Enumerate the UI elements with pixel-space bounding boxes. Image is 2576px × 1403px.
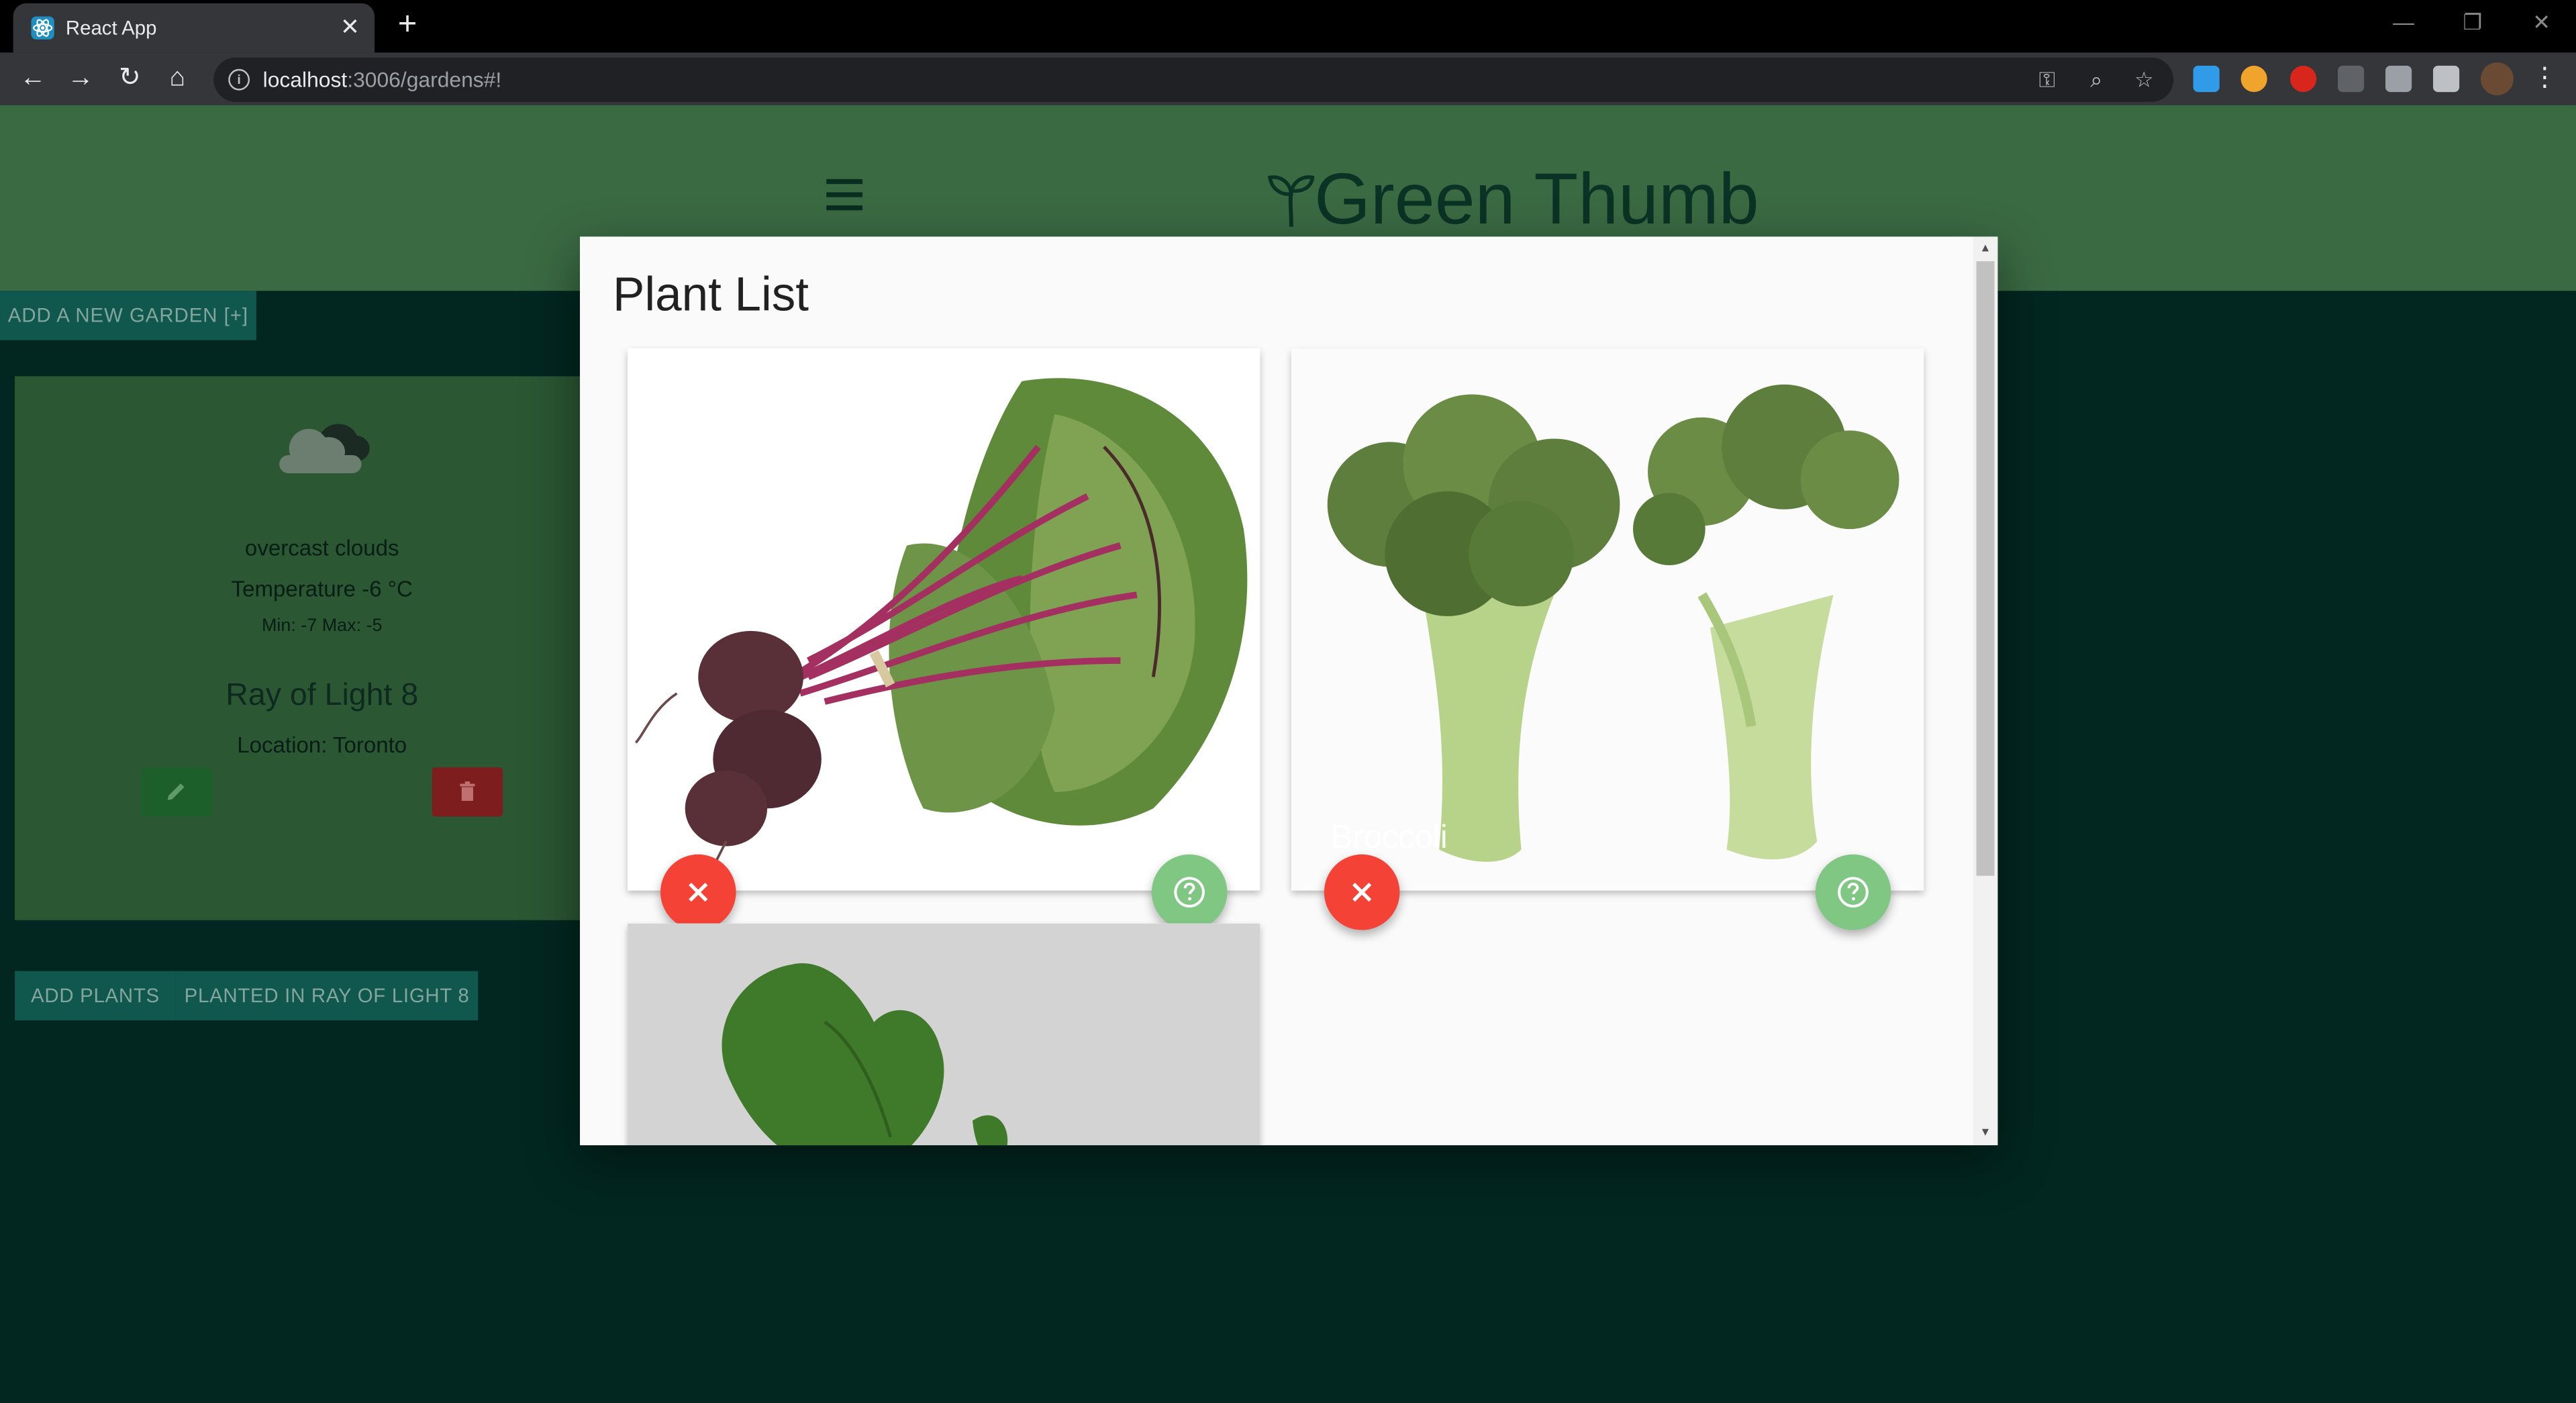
broccoli-image bbox=[1291, 348, 1924, 891]
plant-card: Broccoli bbox=[1291, 348, 1924, 891]
download-icon[interactable] bbox=[2338, 65, 2365, 93]
brand-title: Green Thumb bbox=[1314, 159, 1759, 240]
extension-plus-icon[interactable] bbox=[2193, 65, 2220, 93]
minimize-icon[interactable]: — bbox=[2379, 7, 2428, 40]
zoom-icon[interactable]: ⌕ bbox=[2081, 66, 2111, 95]
weather-description: overcast clouds bbox=[244, 535, 399, 561]
plant-info-button[interactable] bbox=[1151, 854, 1228, 930]
puzzle-extensions-icon[interactable] bbox=[2433, 65, 2460, 93]
trash-icon bbox=[460, 781, 475, 802]
plant-list-modal: Plant List Broccoli ▲ ▼ bbox=[580, 236, 1998, 1146]
plant-card bbox=[628, 348, 1260, 891]
reload-icon[interactable]: ↻ bbox=[111, 61, 148, 97]
react-favicon-icon bbox=[31, 16, 54, 40]
modal-title: Plant List bbox=[612, 269, 809, 322]
sprout-icon bbox=[1268, 175, 1315, 227]
tab-title: React App bbox=[65, 16, 157, 40]
planted-in-garden-button[interactable]: PLANTED IN RAY OF LIGHT 8 bbox=[175, 971, 479, 1021]
bookmark-star-icon[interactable]: ☆ bbox=[2129, 66, 2159, 95]
browser-toolbar: ← → ↻ ⌂ i localhost:3006/gardens#! ⚿ ⌕ ☆… bbox=[0, 52, 2576, 105]
cloud-icon bbox=[279, 424, 370, 473]
beet-image bbox=[628, 348, 1260, 891]
profile-avatar[interactable] bbox=[2481, 62, 2514, 95]
pencil-icon bbox=[167, 783, 185, 801]
forward-arrow-icon[interactable]: → bbox=[62, 61, 99, 97]
restore-icon[interactable]: ❐ bbox=[2448, 7, 2497, 40]
tab-close-icon[interactable]: ✕ bbox=[337, 13, 363, 40]
address-bar[interactable]: i localhost:3006/gardens#! ⚿ ⌕ ☆ bbox=[213, 57, 2174, 102]
delete-garden-button[interactable] bbox=[432, 767, 503, 817]
browser-tab[interactable]: React App ✕ bbox=[13, 3, 375, 53]
brand: Green Thumb bbox=[1265, 158, 1759, 243]
parsley-image bbox=[628, 923, 1260, 1146]
back-arrow-icon[interactable]: ← bbox=[15, 61, 51, 97]
help-circle-icon bbox=[1838, 877, 1869, 908]
browser-tabstrip: React App ✕ + — ❐ ✕ bbox=[0, 0, 2576, 53]
scroll-down-icon[interactable]: ▼ bbox=[1973, 1120, 1998, 1145]
plant-caption: Broccoli bbox=[1330, 820, 1448, 857]
temperature: Temperature -6 °C bbox=[231, 577, 413, 601]
remove-plant-button[interactable] bbox=[1324, 854, 1400, 930]
plant-card bbox=[628, 923, 1260, 1146]
window-close-icon[interactable]: ✕ bbox=[2517, 7, 2566, 40]
add-garden-button[interactable]: ADD A NEW GARDEN [+] bbox=[0, 291, 256, 340]
edit-garden-button[interactable] bbox=[141, 767, 212, 817]
close-icon bbox=[689, 882, 708, 902]
site-info-icon[interactable]: i bbox=[228, 68, 250, 91]
extension-orange-icon[interactable] bbox=[2240, 65, 2267, 93]
extension-red-icon[interactable] bbox=[2290, 65, 2317, 93]
plant-info-button[interactable] bbox=[1815, 854, 1891, 930]
garden-name: Ray of Light 8 bbox=[226, 678, 419, 714]
help-circle-icon bbox=[1174, 877, 1205, 908]
kebab-menu-icon[interactable]: ⋮ bbox=[2527, 61, 2563, 97]
remove-plant-button[interactable] bbox=[660, 854, 736, 930]
camera-icon[interactable] bbox=[2385, 65, 2412, 93]
modal-scrollbar[interactable]: ▲ ▼ bbox=[1973, 236, 1998, 1146]
key-icon[interactable]: ⚿ bbox=[2032, 66, 2062, 95]
home-icon[interactable]: ⌂ bbox=[159, 61, 195, 97]
url-text: localhost:3006/gardens#! bbox=[262, 67, 502, 93]
new-tab-button[interactable]: + bbox=[391, 8, 424, 41]
hamburger-menu-icon[interactable] bbox=[826, 179, 863, 212]
scroll-thumb[interactable] bbox=[1976, 261, 1995, 876]
close-icon bbox=[1352, 882, 1372, 902]
scroll-up-icon[interactable]: ▲ bbox=[1973, 236, 1998, 261]
garden-location: Location: Toronto bbox=[237, 732, 407, 758]
add-plants-button[interactable]: ADD PLANTS bbox=[15, 971, 176, 1021]
min-max-temperature: Min: -7 Max: -5 bbox=[261, 616, 383, 636]
